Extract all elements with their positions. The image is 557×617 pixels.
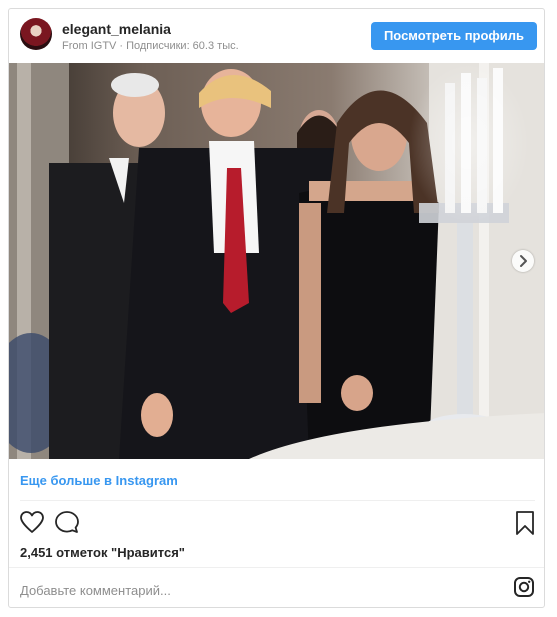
instagram-icon[interactable] [513, 576, 535, 598]
action-bar [9, 507, 544, 539]
avatar[interactable] [20, 18, 52, 50]
post-media[interactable] [9, 63, 544, 459]
instagram-embed-card: elegant_melania From IGTV · Подписчики: 60… [8, 8, 545, 608]
username-link[interactable]: elegant_melania [62, 21, 171, 37]
divider [20, 500, 535, 501]
add-comment-input[interactable]: Добавьте комментарий... [20, 583, 171, 598]
heart-icon[interactable] [19, 510, 45, 534]
followers-count: Подписчики: 60.3 тыс. [126, 40, 239, 52]
divider [9, 567, 544, 568]
post-subline: From IGTV · Подписчики: 60.3 тыс. [62, 40, 239, 52]
likes-count[interactable]: 2,451 отметок "Нравится" [20, 545, 185, 560]
post-photo [9, 63, 544, 459]
comment-icon[interactable] [54, 510, 80, 534]
source-label: From IGTV [62, 40, 117, 52]
post-header: elegant_melania From IGTV · Подписчики: 60… [9, 9, 544, 63]
separator-dot: · [119, 40, 124, 52]
carousel-next-button[interactable] [512, 250, 534, 272]
chevron-right-icon [520, 255, 527, 267]
more-on-instagram-link[interactable]: Еще больше в Instagram [20, 473, 178, 488]
bookmark-icon[interactable] [514, 510, 536, 536]
view-profile-button[interactable]: Посмотреть профиль [371, 22, 537, 50]
